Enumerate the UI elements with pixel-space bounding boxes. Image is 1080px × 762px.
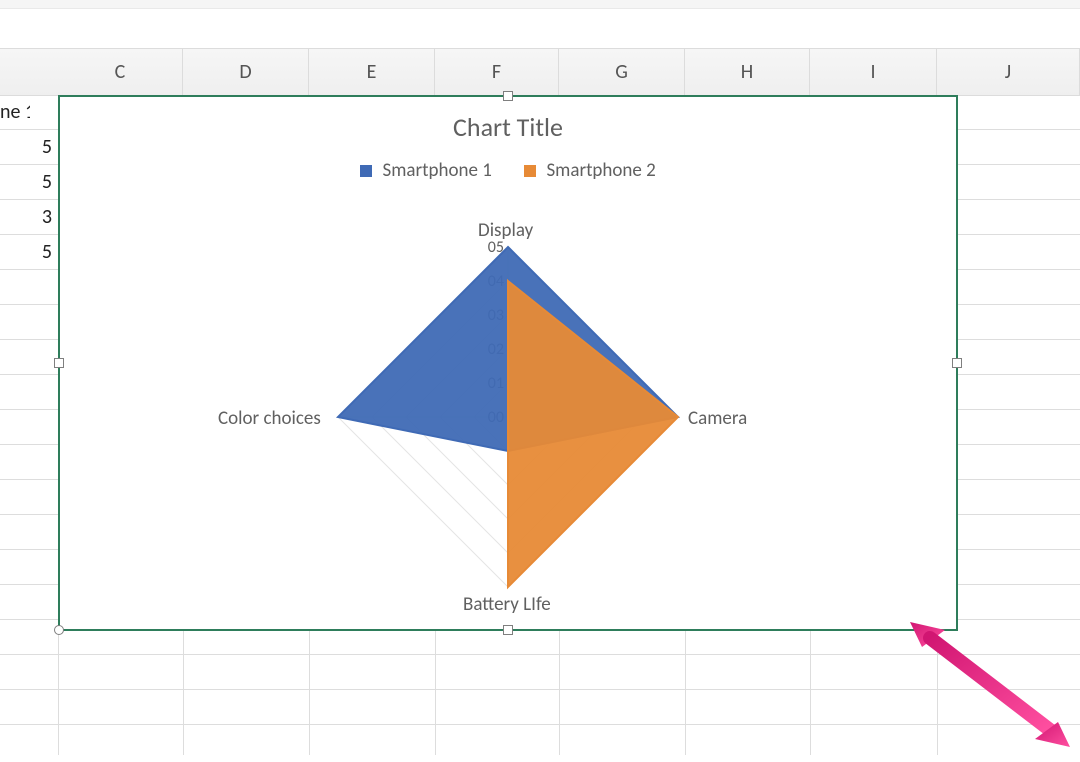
col-header[interactable]: I xyxy=(810,49,937,95)
col-header[interactable]: G xyxy=(559,49,685,95)
legend-label: Smartphone 1 xyxy=(383,159,492,182)
radar-plot-area[interactable]: 000102030405 Display Camera Battery LIfe… xyxy=(60,197,956,619)
resize-handle-top[interactable] xyxy=(503,91,513,101)
legend-item[interactable]: Smartphone 2 xyxy=(524,159,656,182)
category-label-camera: Camera xyxy=(688,407,747,430)
cell-value[interactable]: 5 xyxy=(0,130,58,164)
column-header-row: C D E F G H I J xyxy=(0,48,1080,96)
cell-fragment: ne 1 xyxy=(0,95,30,129)
legend-swatch-icon xyxy=(524,165,536,177)
col-header[interactable]: C xyxy=(58,49,183,95)
col-header[interactable]: F xyxy=(435,49,559,95)
col-header[interactable]: E xyxy=(309,49,435,95)
category-label-display: Display xyxy=(478,219,533,242)
cell-value[interactable]: 5 xyxy=(0,165,58,199)
resize-handle-bottom-left[interactable] xyxy=(54,625,64,635)
col-header[interactable]: D xyxy=(183,49,309,95)
ribbon-edge xyxy=(0,0,1080,9)
legend-item[interactable]: Smartphone 1 xyxy=(360,159,496,182)
chart-object[interactable]: Chart Title Smartphone 1 Smartphone 2 00… xyxy=(58,95,958,631)
cell-value[interactable]: 5 xyxy=(0,235,58,269)
col-header[interactable]: H xyxy=(685,49,810,95)
legend-swatch-icon xyxy=(360,165,372,177)
chart-legend[interactable]: Smartphone 1 Smartphone 2 xyxy=(60,159,956,182)
resize-handle-bottom[interactable] xyxy=(503,625,513,635)
chart-title[interactable]: Chart Title xyxy=(60,111,956,143)
legend-label: Smartphone 2 xyxy=(546,159,655,182)
category-label-battery: Battery LIfe xyxy=(463,593,551,616)
col-header[interactable]: J xyxy=(937,49,1080,95)
category-label-color: Color choices xyxy=(218,407,321,430)
cell-value[interactable]: 3 xyxy=(0,200,58,234)
